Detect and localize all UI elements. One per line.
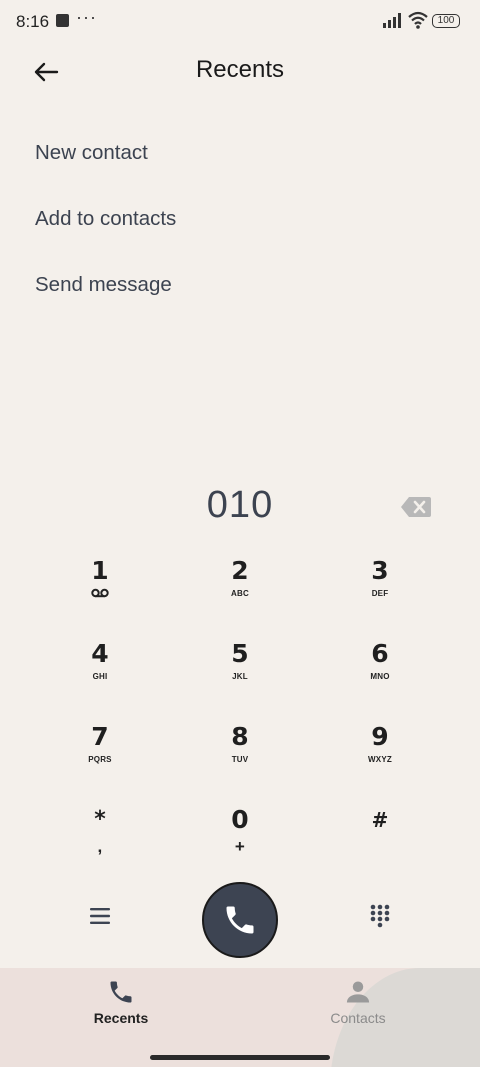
key-digit: * — [94, 807, 106, 832]
tab-recents[interactable]: Recents — [51, 978, 191, 1048]
add-to-contacts-option[interactable]: Add to contacts — [35, 198, 176, 264]
tab-recents-label: Recents — [93, 1010, 149, 1026]
key-letters: JKL — [232, 672, 248, 681]
notification-icon — [56, 14, 69, 27]
key-letters: WXYZ — [368, 755, 392, 764]
key-digit: 6 — [371, 639, 389, 668]
key-letters: , — [97, 837, 103, 856]
key-letters: DEF — [371, 589, 389, 598]
backspace-button[interactable] — [400, 496, 432, 523]
key-digit: 7 — [91, 722, 109, 751]
tab-contacts[interactable]: Contacts — [288, 978, 428, 1048]
key-digit: 1 — [91, 556, 109, 585]
dialpad-icon — [370, 904, 390, 928]
new-contact-option[interactable]: New contact — [35, 132, 176, 198]
menu-button[interactable] — [84, 900, 116, 932]
key-letters: PQRS — [88, 755, 112, 764]
more-notifications-icon: ··· — [76, 7, 97, 27]
options-menu: New contact Add to contacts Send message — [35, 132, 176, 330]
call-button[interactable] — [202, 882, 278, 958]
key-3[interactable]: 3 DEF — [310, 550, 450, 633]
key-letters: MNO — [370, 672, 390, 681]
header: Recents — [0, 44, 480, 100]
key-digit: 5 — [231, 639, 249, 668]
send-message-option[interactable]: Send message — [35, 264, 176, 330]
phone-icon — [226, 906, 254, 934]
key-2[interactable]: 2 ABC — [170, 550, 310, 633]
key-digit: # — [371, 808, 389, 832]
key-5[interactable]: 5 JKL — [170, 633, 310, 716]
signal-icon — [383, 13, 401, 28]
wifi-icon — [408, 11, 428, 29]
key-4[interactable]: 4 GHI — [30, 633, 170, 716]
voicemail-icon — [91, 588, 109, 598]
key-letters: GHI — [92, 672, 108, 681]
key-letters: + — [234, 837, 246, 856]
key-6[interactable]: 6 MNO — [310, 633, 450, 716]
key-letters: TUV — [231, 755, 249, 764]
key-digit: 0 — [231, 805, 249, 834]
tab-contacts-label: Contacts — [330, 1010, 386, 1026]
key-digit: 4 — [91, 639, 109, 668]
bottom-navigation: Recents Contacts — [0, 968, 480, 1067]
status-bar: 8:16 ··· 100 — [0, 0, 480, 42]
key-star[interactable]: * , — [30, 799, 170, 882]
person-icon — [346, 981, 370, 1003]
phone-icon — [110, 981, 132, 1003]
key-8[interactable]: 8 TUV — [170, 716, 310, 799]
key-letters: ABC — [231, 589, 249, 598]
key-9[interactable]: 9 WXYZ — [310, 716, 450, 799]
key-digit: 3 — [371, 556, 389, 585]
key-digit: 2 — [231, 556, 249, 585]
hamburger-menu-icon — [90, 908, 110, 924]
key-7[interactable]: 7 PQRS — [30, 716, 170, 799]
key-0[interactable]: 0 + — [170, 799, 310, 882]
page-title: Recents — [195, 56, 285, 83]
key-digit: 9 — [371, 722, 389, 751]
dialpad-toggle-button[interactable] — [364, 900, 396, 932]
home-indicator[interactable] — [150, 1055, 330, 1060]
key-1[interactable]: 1 — [30, 550, 170, 633]
status-time: 8:16 — [16, 12, 50, 31]
keypad: 1 2 ABC 3 DEF 4 GHI 5 JKL 6 MNO 7 PQRS 8… — [30, 550, 450, 882]
key-digit: 8 — [231, 722, 249, 751]
key-hash[interactable]: # — [310, 799, 450, 882]
battery-icon: 100 — [432, 14, 460, 28]
backspace-icon — [401, 497, 431, 517]
